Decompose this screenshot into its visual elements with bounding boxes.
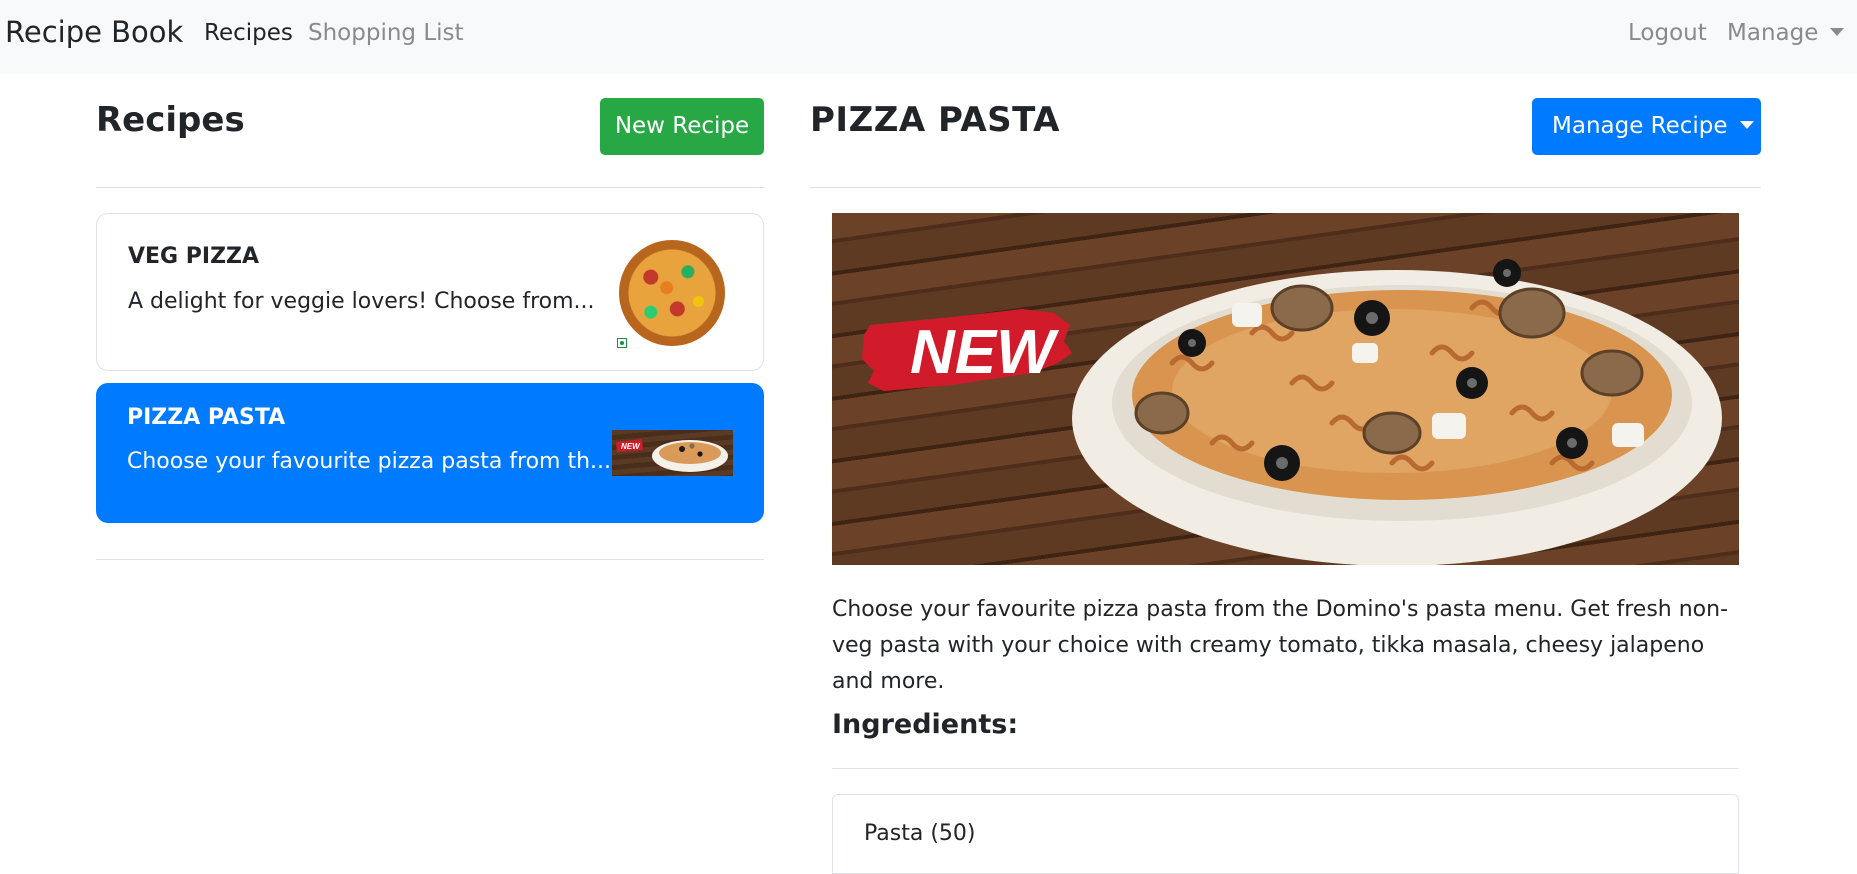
caret-down-icon bbox=[1830, 28, 1845, 36]
manage-dropdown[interactable]: Manage bbox=[1727, 20, 1845, 46]
recipe-description: Choose your favourite pizza pasta from t… bbox=[127, 449, 612, 474]
ingredients-list: Pasta (50) bbox=[832, 794, 1739, 874]
recipe-description: A delight for veggie lovers! Choose from… bbox=[128, 289, 595, 314]
recipe-name: PIZZA PASTA bbox=[127, 405, 286, 430]
nav-recipes[interactable]: Recipes bbox=[204, 20, 293, 46]
new-badge-text: NEW bbox=[910, 318, 1059, 387]
manage-label: Manage bbox=[1727, 20, 1819, 46]
recipe-item-veg-pizza[interactable]: VEG PIZZA A delight for veggie lovers! C… bbox=[96, 213, 764, 371]
pizza-pasta-image: NEW bbox=[612, 430, 733, 476]
navbar: Recipe Book Recipes Shopping List Logout… bbox=[0, 0, 1857, 74]
recipe-name: VEG PIZZA bbox=[128, 244, 260, 269]
recipe-detail-title: PIZZA PASTA bbox=[810, 100, 1060, 140]
thumb-badge-text: NEW bbox=[621, 442, 641, 451]
manage-recipe-button[interactable]: Manage Recipe bbox=[1532, 98, 1761, 155]
ingredients-heading: Ingredients: bbox=[832, 709, 1019, 740]
new-recipe-button[interactable]: New Recipe bbox=[600, 98, 764, 155]
divider bbox=[832, 768, 1739, 769]
recipe-item-pizza-pasta[interactable]: PIZZA PASTA Choose your favourite pizza … bbox=[96, 383, 764, 523]
nav-shopping-list[interactable]: Shopping List bbox=[308, 20, 464, 46]
divider bbox=[96, 187, 764, 188]
brand-link[interactable]: Recipe Book bbox=[5, 15, 183, 49]
ingredient-item[interactable]: Pasta (50) bbox=[864, 821, 975, 846]
recipes-heading: Recipes bbox=[96, 100, 245, 140]
divider bbox=[96, 559, 764, 560]
manage-recipe-label: Manage Recipe bbox=[1552, 113, 1728, 139]
recipe-hero-image: NEW bbox=[832, 213, 1739, 565]
caret-down-icon bbox=[1739, 121, 1754, 129]
veg-symbol-icon bbox=[617, 338, 627, 348]
recipe-description: Choose your favourite pizza pasta from t… bbox=[832, 597, 1729, 694]
veg-pizza-image bbox=[619, 240, 725, 346]
divider bbox=[810, 187, 1761, 188]
logout-link[interactable]: Logout bbox=[1628, 20, 1707, 46]
